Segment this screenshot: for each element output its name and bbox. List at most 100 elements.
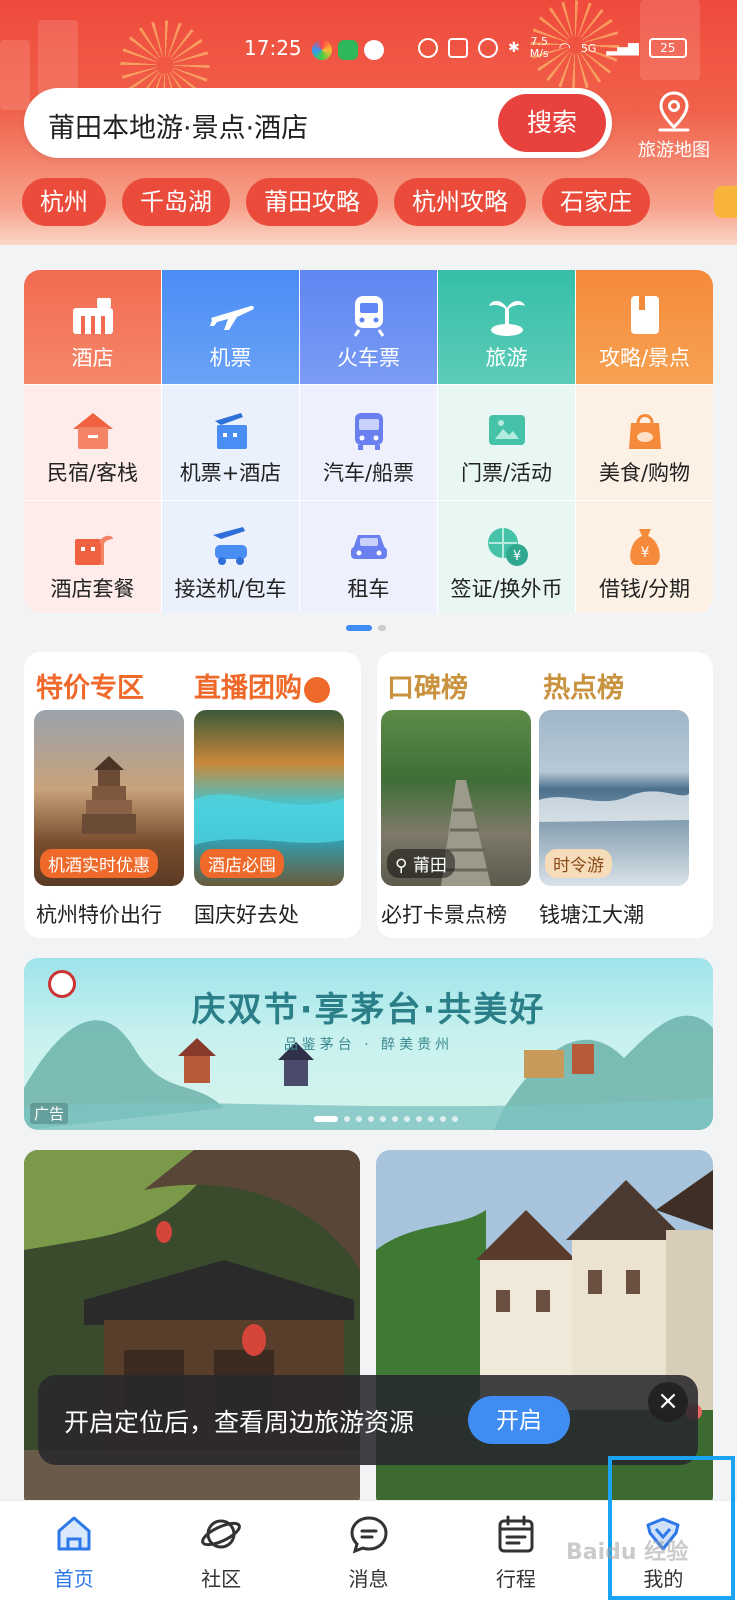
thumb-tag: ⚲ 莆田 [387, 849, 455, 878]
plane-hotel-icon [214, 413, 247, 449]
thumb-putian-spots[interactable]: ⚲ 莆田 [381, 710, 531, 886]
battery-icon: 25 [648, 38, 687, 58]
thumb-caption[interactable]: 国庆好去处 [194, 899, 299, 929]
live-icon [304, 676, 330, 703]
category-tour[interactable]: 旅游 [438, 270, 575, 384]
ad-dot [452, 1116, 458, 1122]
calendar-icon [498, 1515, 534, 1553]
highlight-box [608, 1456, 735, 1600]
visa-currency-icon: ¥ [487, 528, 528, 566]
train-icon [353, 296, 384, 337]
category-tickets[interactable]: 门票/活动 [438, 385, 575, 500]
header: 17:25 ✱ 7.5 M/s ◠ 5G ▂▄▆ 25 莆田本地游·景点·酒店 … [0, 0, 737, 245]
chip-qiandaohu[interactable]: 千岛湖 [122, 178, 230, 226]
promo-card-rankings: 口碑榜 热点榜 ⚲ 莆田 必打卡景点榜 时令游 钱塘江大潮 [377, 652, 713, 938]
bus-icon [354, 413, 383, 450]
signal-icon: ▂▄▆ [606, 40, 639, 56]
svg-text:¥: ¥ [512, 549, 520, 564]
ticket-icon [488, 415, 525, 445]
grid-page-indicator [346, 625, 386, 631]
ad-title: 庆双节·享茅台·共美好 [191, 990, 546, 1030]
nav-community[interactable]: 社区 [147, 1501, 294, 1600]
map-pin-icon [658, 91, 690, 132]
nav-messages[interactable]: 消息 [295, 1501, 442, 1600]
category-car-rental[interactable]: 租车 [300, 501, 437, 613]
category-visa-currency[interactable]: ¥ 签证/换外币 [438, 501, 575, 613]
iqiyi-icon [338, 40, 358, 60]
category-flight-hotel[interactable]: 机票+酒店 [162, 385, 299, 500]
video-chip-icon[interactable] [714, 186, 737, 218]
search-button[interactable]: 搜索 [498, 94, 606, 152]
thumb-hangzhou-deals[interactable]: 机酒实时优惠 [34, 710, 184, 886]
app-notification-icon [364, 40, 384, 60]
location-toast: 开启定位后，查看周边旅游资源 开启 [38, 1375, 698, 1465]
search-input[interactable]: 莆田本地游·景点·酒店 [48, 106, 308, 145]
quick-chips: 杭州 千岛湖 莆田攻略 杭州攻略 石家庄 [22, 178, 650, 226]
chip-hangzhou-guide[interactable]: 杭州攻略 [394, 178, 526, 226]
airport-transfer-icon [212, 527, 247, 565]
promo-card-deals: 特价专区 直播团购 机酒实时优惠 杭州特价出行 酒店必囤 国庆好去处 [24, 652, 361, 938]
ad-dot [416, 1116, 422, 1122]
ad-dot [404, 1116, 410, 1122]
category-homestay[interactable]: 民宿/客栈 [24, 385, 161, 500]
ad-subtitle: 品鉴茅台 · 醉美贵州 [283, 1037, 454, 1053]
category-flight[interactable]: 机票 [162, 270, 299, 384]
toast-message: 开启定位后，查看周边旅游资源 [64, 1408, 415, 1437]
thumb-national-day[interactable]: 酒店必囤 [194, 710, 344, 886]
close-icon[interactable]: × [648, 1382, 688, 1422]
category-grid: 酒店 机票 火车票 旅游 攻略/景点 民宿/客栈 机票+酒店 汽车/船票 门票/… [24, 270, 713, 613]
plane-icon [209, 305, 254, 330]
live-group-buy-heading[interactable]: 直播团购 [194, 666, 330, 705]
hot-ranking-heading[interactable]: 热点榜 [543, 666, 624, 705]
thumb-caption[interactable]: 必打卡景点榜 [381, 899, 507, 929]
category-train[interactable]: 火车票 [300, 270, 437, 384]
home-icon [57, 1516, 91, 1551]
category-loan[interactable]: ¥ 借钱/分期 [576, 501, 713, 613]
travel-map-label: 旅游地图 [638, 140, 710, 161]
thumb-caption[interactable]: 钱塘江大潮 [539, 899, 644, 929]
hotel-icon [72, 298, 113, 334]
category-bus-boat[interactable]: 汽车/船票 [300, 385, 437, 500]
travel-map-button[interactable]: 旅游地图 [624, 90, 724, 161]
page-dot [378, 625, 386, 631]
money-bag-icon: ¥ [629, 529, 660, 565]
category-guide[interactable]: 攻略/景点 [576, 270, 713, 384]
ad-dot [440, 1116, 446, 1122]
chip-putian-guide[interactable]: 莆田攻略 [246, 178, 378, 226]
category-food-shopping[interactable]: 美食/购物 [576, 385, 713, 500]
alarm-icon [478, 38, 498, 58]
status-time: 17:25 [244, 36, 302, 60]
status-indicators: ✱ 7.5 M/s ◠ 5G ▂▄▆ 25 [418, 36, 687, 60]
palm-tree-icon [488, 301, 525, 336]
ad-dot-active [314, 1116, 338, 1122]
ad-banner[interactable]: 庆双节·享茅台·共美好 品鉴茅台 · 醉美贵州 广告 [24, 958, 713, 1130]
category-airport-transfer[interactable]: 接送机/包车 [162, 501, 299, 613]
reputation-ranking-heading[interactable]: 口碑榜 [387, 666, 468, 705]
status-bar: 17:25 ✱ 7.5 M/s ◠ 5G ▂▄▆ 25 [0, 32, 737, 68]
network-speed: 7.5 M/s [529, 35, 549, 60]
thumb-tag: 机酒实时优惠 [40, 849, 158, 878]
app-notification-icon [312, 40, 332, 60]
svg-text:¥: ¥ [640, 545, 649, 561]
ad-dot [368, 1116, 374, 1122]
search-bar[interactable]: 莆田本地游·景点·酒店 搜索 [24, 88, 612, 158]
thumb-tag: 时令游 [545, 849, 612, 878]
deals-heading[interactable]: 特价专区 [36, 666, 144, 705]
chip-hangzhou[interactable]: 杭州 [22, 178, 106, 226]
thumb-qiantang-tide[interactable]: 时令游 [539, 710, 689, 886]
thumb-caption[interactable]: 杭州特价出行 [36, 899, 162, 929]
watermark: Baidu 经验 [566, 1540, 689, 1565]
guidebook-icon [630, 296, 659, 334]
category-hotel-package[interactable]: 酒店套餐 [24, 501, 161, 613]
chip-shijiazhuang[interactable]: 石家庄 [542, 178, 650, 226]
wifi-icon: ◠ [558, 40, 571, 56]
signal-label: 5G [580, 41, 597, 55]
shopping-bag-icon [628, 414, 661, 449]
thumb-tag: 酒店必囤 [200, 849, 284, 878]
notification-icons [312, 40, 384, 60]
enable-location-button[interactable]: 开启 [468, 1396, 570, 1444]
planet-icon [201, 1519, 241, 1549]
nav-home[interactable]: 首页 [0, 1501, 147, 1600]
category-hotel[interactable]: 酒店 [24, 270, 161, 384]
bluetooth-icon: ✱ [508, 40, 520, 56]
